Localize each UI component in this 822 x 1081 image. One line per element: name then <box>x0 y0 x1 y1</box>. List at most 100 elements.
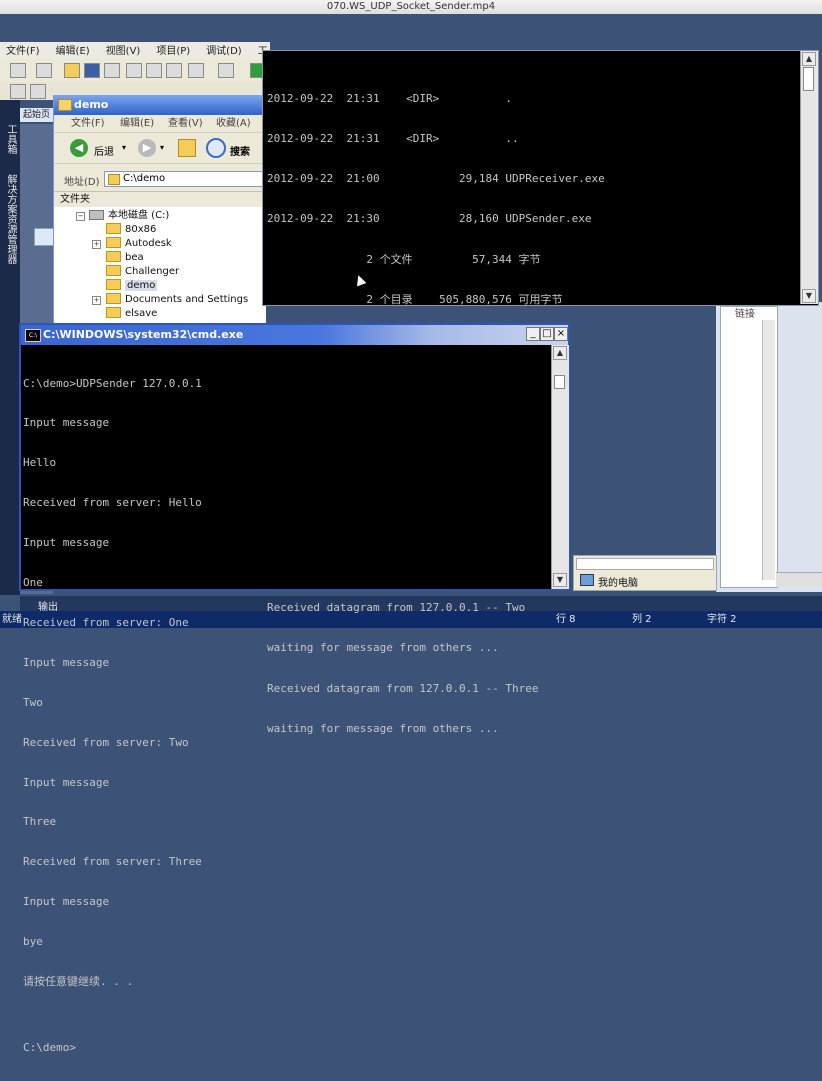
address-bar: 地址(D) C:\demo <box>54 169 266 191</box>
vs-menu-project[interactable]: 项目(P) <box>156 46 190 57</box>
toolbar-icon[interactable] <box>30 84 46 99</box>
open-folder-icon <box>106 278 121 290</box>
scroll-thumb[interactable] <box>554 375 565 389</box>
sender-console-window[interactable]: C:\ C:\WINDOWS\system32\cmd.exe _ □ × C:… <box>19 323 570 1054</box>
address-input[interactable]: C:\demo <box>104 171 264 187</box>
receiver-scrollbar[interactable]: ▲ ▼ <box>800 51 818 304</box>
scroll-down-icon[interactable]: ▼ <box>553 573 567 587</box>
explorer-menu-bar: 文件(F) 编辑(E) 查看(V) 收藏(A) <box>54 115 266 133</box>
folder-tree: − 本地磁盘 (C:) 80x86 + Autodesk bea Challeng… <box>54 207 266 325</box>
folder-icon <box>106 264 121 276</box>
vs-menu-view[interactable]: 视图(V) <box>106 46 141 57</box>
cut-icon[interactable] <box>126 63 142 78</box>
undo-icon[interactable] <box>188 63 204 78</box>
explorer-title-bar[interactable]: demo <box>54 95 266 115</box>
expand-icon[interactable]: + <box>92 296 101 305</box>
console-line: 请按任意键继续. . . <box>23 974 134 988</box>
console-line: Received from server: One <box>23 615 189 629</box>
explorer-menu-edit[interactable]: 编辑(E) <box>120 115 154 132</box>
vs-menu-file[interactable]: 文件(F) <box>6 46 40 57</box>
collapse-icon[interactable]: − <box>76 212 85 221</box>
paste-icon[interactable] <box>166 63 182 78</box>
up-folder-icon[interactable] <box>178 139 196 157</box>
toolbar-icon[interactable] <box>10 84 26 99</box>
copy-icon[interactable] <box>146 63 162 78</box>
cmd-icon: C:\ <box>25 329 41 342</box>
back-dropdown-icon[interactable]: ▾ <box>122 143 126 152</box>
tree-item-label: Autodesk <box>125 238 172 249</box>
vs-toolbar <box>0 58 270 83</box>
tree-item-label: Challenger <box>125 266 180 277</box>
explorer-toolbar: ◀ 后退 ▾ ▶ ▾ 搜索 <box>54 133 266 164</box>
doc-tab[interactable] <box>34 228 55 246</box>
folder-icon <box>106 236 121 248</box>
vs-menu-edit[interactable]: 编辑(E) <box>56 46 90 57</box>
console-line: bye <box>23 935 43 949</box>
scroll-thumb[interactable] <box>803 67 814 91</box>
vs-menu-debug[interactable]: 调试(D) <box>206 46 242 57</box>
scroll-up-icon[interactable]: ▲ <box>802 52 816 66</box>
toolbox-tab[interactable]: 工具箱 <box>3 124 18 154</box>
tree-item-autodesk[interactable]: + Autodesk <box>92 236 172 251</box>
tree-item-demo[interactable]: demo <box>106 278 158 293</box>
status-ready: 就绪 <box>2 614 22 625</box>
console-line: 2012-09-22 21:30 28,160 UDPSender.exe <box>267 212 592 226</box>
expand-icon[interactable]: + <box>92 240 101 249</box>
back-button-label[interactable]: 后退 <box>94 143 114 158</box>
folder-icon <box>58 99 72 111</box>
folder-icon <box>108 174 120 185</box>
folders-header: 文件夹 <box>54 191 266 208</box>
explorer-hscrollbar[interactable] <box>576 558 714 570</box>
console-line: Input message <box>23 775 110 789</box>
video-title-bar: 070.WS_UDP_Socket_Sender.mp4 <box>0 0 822 14</box>
tree-item-elsave[interactable]: elsave <box>106 306 158 321</box>
folder-icon <box>106 306 121 318</box>
explorer-menu-view[interactable]: 查看(V) <box>168 115 203 132</box>
save-icon[interactable] <box>84 63 100 78</box>
solution-explorer-tab[interactable]: 解决方案资源管理器 <box>3 174 18 264</box>
console-line: Input message <box>23 895 110 909</box>
tree-item-label: elsave <box>125 308 158 319</box>
console-line: 2012-09-22 21:31 <DIR> .. <box>267 132 519 146</box>
sender-scrollbar[interactable]: ▲ ▼ <box>551 345 569 589</box>
open-folder-icon[interactable] <box>64 63 80 78</box>
tree-item-80x86[interactable]: 80x86 <box>106 222 156 237</box>
new-project-icon[interactable] <box>10 63 26 78</box>
computer-icon <box>580 574 594 586</box>
explorer-menu-file[interactable]: 文件(F) <box>71 115 105 132</box>
save-all-icon[interactable] <box>104 63 120 78</box>
console-line: Received from server: Hello <box>23 496 202 510</box>
explorer-menu-favorites[interactable]: 收藏(A) <box>216 115 251 132</box>
receiver-console[interactable]: 2012-09-22 21:31 <DIR> . 2012-09-22 21:3… <box>262 50 819 735</box>
my-computer-label: 我的电脑 <box>598 578 638 589</box>
tree-item-local-disk[interactable]: − 本地磁盘 (C:) <box>76 209 169 223</box>
explorer-title: demo <box>74 98 109 111</box>
redo-icon[interactable] <box>218 63 234 78</box>
search-button-label[interactable]: 搜索 <box>230 143 250 158</box>
console-line: 2012-09-22 21:31 <DIR> . <box>267 91 513 105</box>
sender-console-body[interactable]: C:\demo>UDPSender 127.0.0.1 Input messag… <box>21 345 551 1054</box>
tree-item-label: bea <box>125 252 144 263</box>
console-line: Input message <box>23 416 110 430</box>
add-item-icon[interactable] <box>36 63 52 78</box>
video-title: 070.WS_UDP_Socket_Sender.mp4 <box>326 1 496 12</box>
forward-arrow-icon[interactable]: ▶ <box>138 139 156 157</box>
scroll-down-icon[interactable]: ▼ <box>802 289 816 303</box>
tree-item-bea[interactable]: bea <box>106 250 144 265</box>
tree-item-challenger[interactable]: Challenger <box>106 264 180 279</box>
address-label: 地址(D) <box>64 177 100 188</box>
tree-item-documents[interactable]: + Documents and Settings <box>92 292 248 307</box>
console-line: 2 个目录 505,880,576 可用字节 <box>267 292 563 306</box>
console-line: 2 个文件 57,344 字节 <box>267 252 541 266</box>
console-line: Input message <box>23 536 110 550</box>
forward-dropdown-icon[interactable]: ▾ <box>160 143 164 152</box>
sender-title-bar[interactable]: C:\ C:\WINDOWS\system32\cmd.exe _ □ × <box>21 325 568 345</box>
back-arrow-icon[interactable]: ◀ <box>70 139 88 157</box>
folder-icon <box>106 222 121 234</box>
close-button[interactable]: × <box>554 327 568 341</box>
folder-icon <box>106 250 121 262</box>
scroll-up-icon[interactable]: ▲ <box>553 346 567 360</box>
maximize-button[interactable]: □ <box>540 327 554 341</box>
search-icon[interactable] <box>206 138 226 158</box>
minimize-button[interactable]: _ <box>526 327 540 341</box>
